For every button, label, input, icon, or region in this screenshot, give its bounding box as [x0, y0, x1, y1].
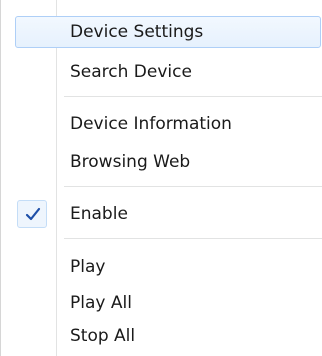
- menu-item-label: Play: [70, 257, 106, 277]
- menu-separator: [64, 186, 322, 187]
- menu-separator: [64, 96, 322, 97]
- menu-item-label: Stop All: [70, 326, 136, 346]
- menu-item-label: Device Settings: [70, 22, 204, 42]
- menu-item-device-settings[interactable]: Device Settings: [1, 14, 322, 50]
- menu-item-play[interactable]: Play: [1, 249, 322, 285]
- menu-item-search-device[interactable]: Search Device: [1, 54, 322, 90]
- menu-item-label: Enable: [70, 204, 128, 224]
- menu-item-device-information[interactable]: Device Information: [1, 106, 322, 142]
- menu-separator: [64, 238, 322, 239]
- menu-item-stop-all[interactable]: Stop All: [1, 318, 322, 354]
- checkmark-icon: [17, 200, 47, 228]
- context-menu: Device Settings Search Device Device Inf…: [0, 0, 322, 356]
- menu-item-play-all[interactable]: Play All: [1, 285, 322, 321]
- menu-item-label: Browsing Web: [70, 152, 191, 172]
- menu-item-enable[interactable]: Enable: [1, 196, 322, 232]
- menu-item-label: Search Device: [70, 62, 192, 82]
- menu-item-label: Device Information: [70, 114, 232, 134]
- menu-item-browsing-web[interactable]: Browsing Web: [1, 144, 322, 180]
- menu-item-label: Play All: [70, 293, 132, 313]
